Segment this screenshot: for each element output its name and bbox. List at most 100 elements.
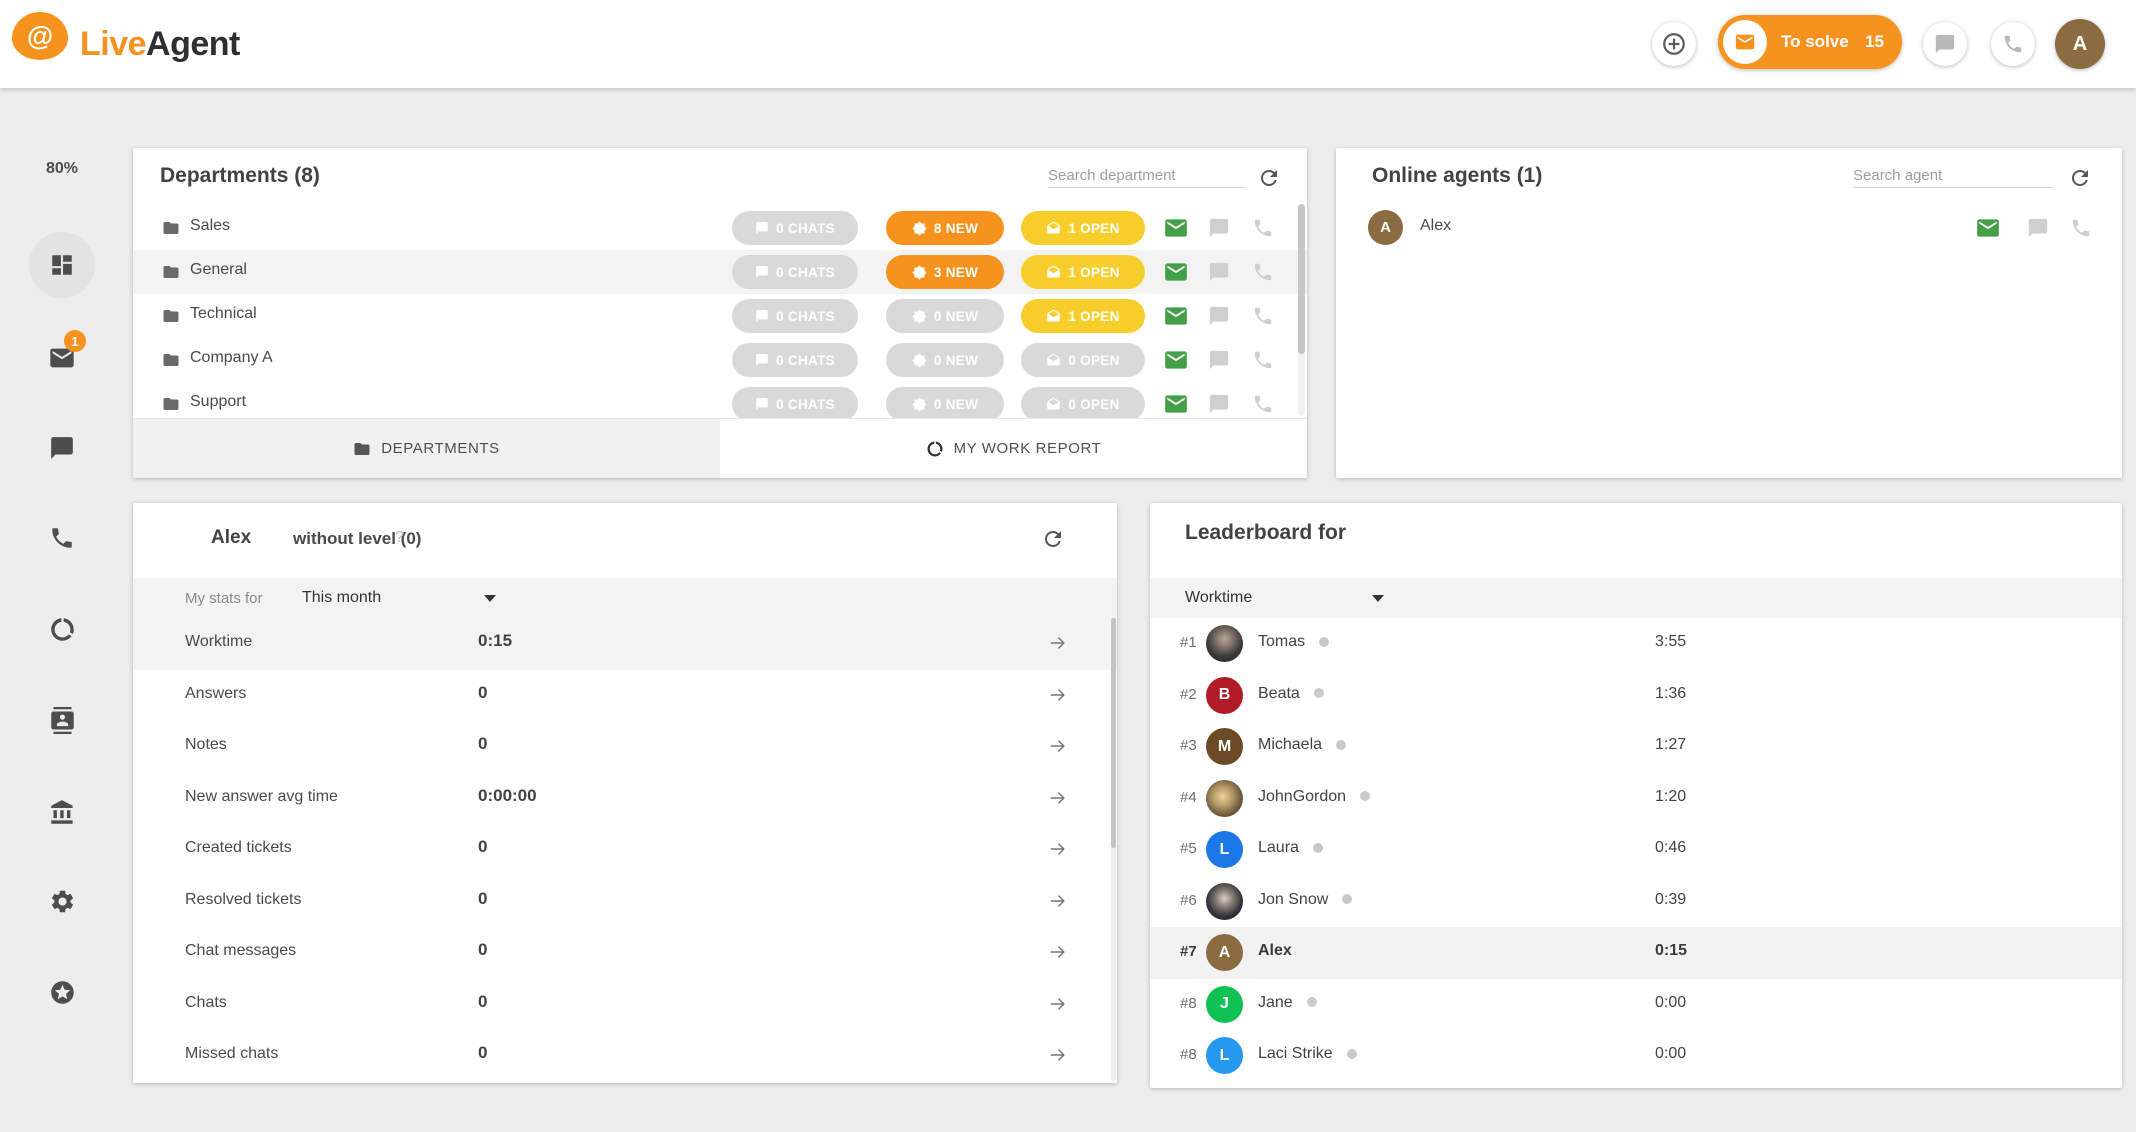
leaderboard-name-text: Laci Strike [1258, 1045, 1333, 1062]
sidebar-item-calls[interactable] [0, 525, 124, 551]
sidebar-item-companies[interactable] [0, 799, 124, 826]
call-department-button[interactable] [1252, 217, 1274, 239]
leaderboard-metric-dropdown[interactable]: Worktime [1185, 589, 1252, 607]
arrow-right-icon[interactable] [1048, 839, 1068, 859]
leaderboard-row[interactable]: #8 L Laci Strike 0:00 [1150, 1030, 2122, 1082]
email-department-button[interactable] [1163, 259, 1189, 285]
to-solve-mail-disc [1723, 20, 1767, 64]
leaderboard-row[interactable]: #3 M Michaela 1:27 [1150, 721, 2122, 773]
open-tickets-text: 0 OPEN [1068, 397, 1119, 412]
email-department-button[interactable] [1163, 391, 1189, 417]
stat-row[interactable]: Worktime 0:15 [133, 618, 1117, 670]
chat-department-button[interactable] [1208, 261, 1230, 283]
chevron-down-icon[interactable] [484, 595, 496, 602]
arrow-right-icon[interactable] [1048, 1045, 1068, 1065]
leaderboard-value: 1:20 [1655, 788, 1686, 806]
leaderboard-avatar: B [1206, 677, 1243, 714]
leaderboard-name: Alex [1258, 942, 1292, 960]
stats-period-dropdown[interactable]: This month [302, 589, 381, 607]
chat-department-button[interactable] [1208, 305, 1230, 327]
new-tickets-text: 8 NEW [934, 221, 978, 236]
leaderboard-row[interactable]: #4 JohnGordon 1:20 [1150, 773, 2122, 825]
leaderboard-row[interactable]: #2 B Beata 1:36 [1150, 670, 2122, 722]
refresh-icon [2068, 166, 2092, 190]
calls-button[interactable] [1991, 22, 2035, 66]
sidebar-item-dashboard[interactable] [0, 252, 124, 278]
arrow-right-icon[interactable] [1048, 942, 1068, 962]
mail-icon [1163, 303, 1189, 329]
call-department-button[interactable] [1252, 305, 1274, 327]
leaderboard-name: JohnGordon [1258, 788, 1370, 806]
leaderboard-name: Beata [1258, 685, 1324, 703]
sidebar-item-chats[interactable] [0, 435, 124, 461]
refresh-stats-button[interactable] [1041, 527, 1065, 551]
email-agent-button[interactable] [1975, 215, 2001, 241]
departments-panel: Departments (8) Sales 0 CHATS 8 NEW [133, 148, 1307, 478]
sidebar-item-rewards[interactable] [0, 979, 124, 1006]
stat-row[interactable]: Created tickets 0 [133, 824, 1117, 876]
stat-row[interactable]: Chat messages 0 [133, 927, 1117, 979]
folder-icon [162, 307, 180, 325]
arrow-right-icon[interactable] [1048, 633, 1068, 653]
call-department-button[interactable] [1252, 261, 1274, 283]
arrow-right-icon[interactable] [1048, 736, 1068, 756]
chats-button[interactable] [1923, 22, 1967, 66]
stat-row[interactable]: Missed chats 0 [133, 1030, 1117, 1082]
chat-department-button[interactable] [1208, 217, 1230, 239]
arrow-right-icon[interactable] [1048, 788, 1068, 808]
leaderboard-row[interactable]: #5 L Laura 0:46 [1150, 824, 2122, 876]
leaderboard-avatar [1206, 883, 1243, 920]
arrow-right-icon[interactable] [1048, 891, 1068, 911]
agent-row[interactable]: A Alex [1336, 206, 2122, 250]
department-row[interactable]: Technical 0 CHATS 0 NEW 1 OPEN [133, 294, 1307, 338]
help-question-mark[interactable]: ? [395, 529, 404, 547]
stat-row[interactable]: Answers 0 [133, 670, 1117, 722]
chat-agent-button[interactable] [2027, 217, 2049, 239]
refresh-icon [1041, 527, 1065, 551]
add-button[interactable] [1652, 22, 1696, 66]
call-agent-button[interactable] [2070, 217, 2092, 239]
search-agent-input[interactable] [1853, 164, 2053, 188]
leaderboard-row[interactable]: #1 Tomas 3:55 [1150, 618, 2122, 670]
leaderboard-row[interactable]: #7 A Alex 0:15 [1150, 927, 2122, 979]
leaderboard-rank: #5 [1180, 840, 1197, 857]
email-department-button[interactable] [1163, 303, 1189, 329]
call-department-button[interactable] [1252, 349, 1274, 371]
department-row[interactable]: Sales 0 CHATS 8 NEW 1 OPEN [133, 206, 1307, 250]
sidebar-item-tickets[interactable]: 1 [0, 344, 124, 372]
arrow-right-icon[interactable] [1048, 685, 1068, 705]
stat-row[interactable]: Notes 0 [133, 721, 1117, 773]
refresh-agents-button[interactable] [2068, 166, 2092, 190]
chevron-down-icon[interactable] [1372, 595, 1384, 602]
sidebar-item-work-report[interactable] [0, 616, 124, 643]
to-solve-button[interactable]: To solve 15 [1718, 15, 1902, 69]
email-department-button[interactable] [1163, 215, 1189, 241]
stat-value: 0 [478, 889, 487, 909]
chat-department-button[interactable] [1208, 393, 1230, 415]
stat-row[interactable]: Chats 0 [133, 979, 1117, 1031]
arrow-right-icon[interactable] [1048, 994, 1068, 1014]
top-bar: @ LiveAgent To solve 15 A [0, 0, 2136, 88]
leaderboard-row[interactable]: #6 Jon Snow 0:39 [1150, 876, 2122, 928]
stat-row[interactable]: Resolved tickets 0 [133, 876, 1117, 928]
search-department-input[interactable] [1048, 164, 1244, 188]
open-tickets-text: 0 OPEN [1068, 353, 1119, 368]
call-department-button[interactable] [1252, 393, 1274, 415]
department-row[interactable]: Company A 0 CHATS 0 NEW 0 OPEN [133, 338, 1307, 382]
stat-row[interactable]: New answer avg time 0:00:00 [133, 773, 1117, 825]
email-department-button[interactable] [1163, 347, 1189, 373]
departments-scrollbar-thumb[interactable] [1298, 204, 1305, 354]
refresh-departments-button[interactable] [1257, 166, 1281, 190]
leaderboard-value: 0:15 [1655, 942, 1687, 960]
leaderboard-row[interactable]: #8 J Jane 0:00 [1150, 979, 2122, 1031]
mail-icon [1163, 215, 1189, 241]
sidebar-item-contacts[interactable] [0, 707, 124, 734]
chat-department-button[interactable] [1208, 349, 1230, 371]
tab-my-work-report[interactable]: MY WORK REPORT [720, 419, 1307, 478]
stats-scrollbar-thumb[interactable] [1111, 618, 1116, 848]
sidebar-item-settings[interactable] [0, 888, 124, 915]
user-avatar[interactable]: A [2055, 19, 2105, 69]
department-row[interactable]: General 0 CHATS 3 NEW 1 OPEN [133, 250, 1307, 294]
leaderboard-name: Laura [1258, 839, 1323, 857]
tab-departments[interactable]: DEPARTMENTS [133, 419, 720, 478]
